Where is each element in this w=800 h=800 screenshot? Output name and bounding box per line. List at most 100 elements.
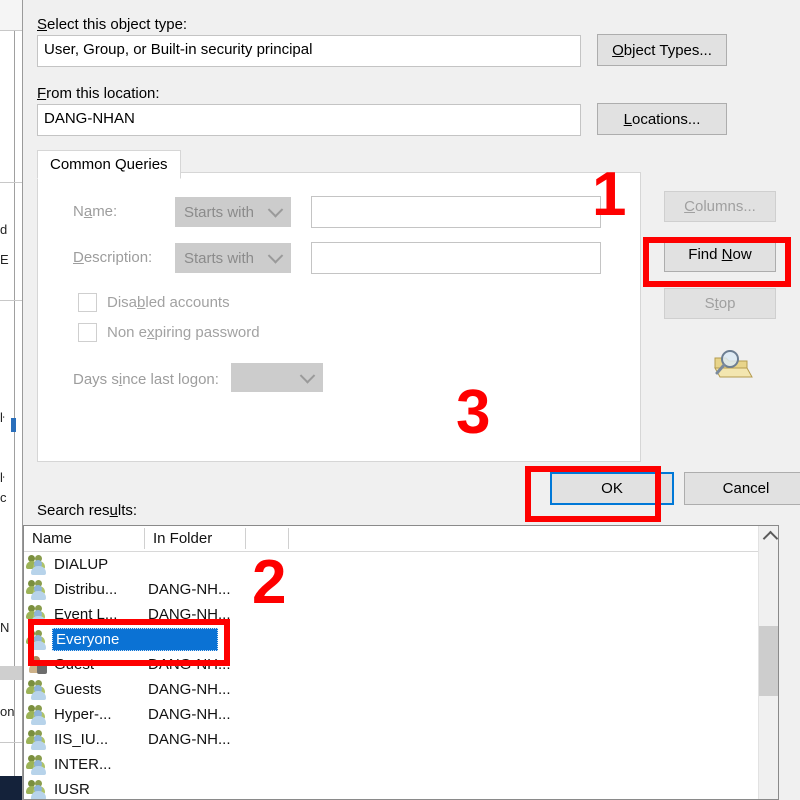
- non-expiring-password-label: Non expiring password: [107, 324, 260, 342]
- days-rest: nce last logon:: [122, 371, 219, 388]
- location-accel: F: [37, 85, 47, 102]
- annotation-box-find-now: [643, 237, 791, 287]
- locations-label-rest: ocations...: [631, 110, 701, 128]
- chevron-down-icon: [299, 367, 316, 384]
- row-name: IUSR: [54, 781, 90, 798]
- scrollbar-thumb[interactable]: [759, 626, 778, 696]
- row-name: Everyone: [56, 631, 120, 648]
- non-expiring-password-checkbox[interactable]: [78, 323, 97, 342]
- days-since-last-logon-label: Days since last logon:: [73, 371, 219, 389]
- object-type-label: Select this object type:: [37, 16, 187, 34]
- cancel-label: Cancel: [722, 480, 770, 497]
- chevron-down-icon: [267, 248, 284, 264]
- table-row[interactable]: IUSR: [24, 777, 758, 799]
- location-field[interactable]: DANG-NHAN: [37, 104, 581, 136]
- locations-button[interactable]: Locations...: [597, 103, 727, 135]
- disabled-accounts-rest: led accounts: [145, 294, 230, 311]
- background-text: d: [0, 222, 8, 237]
- disabled-accounts-checkbox[interactable]: [78, 293, 97, 312]
- name-label-rest: me:: [92, 203, 118, 220]
- description-operator-dropdown[interactable]: Starts with: [175, 243, 291, 273]
- columns-label-rest: olumns...: [694, 198, 756, 215]
- results-header-row: Name In Folder: [24, 526, 778, 552]
- locations-accel: L: [623, 110, 632, 128]
- stop-rest: op: [718, 295, 736, 312]
- row-name: Distribu...: [54, 581, 118, 598]
- group-icon: [26, 730, 50, 750]
- search-results-accel: u: [109, 502, 118, 519]
- background-text: ŀ: [0, 470, 5, 485]
- description-input[interactable]: [311, 242, 601, 274]
- row-name: IIS_IU...: [54, 731, 109, 748]
- background-divider: [0, 30, 22, 31]
- annotation-box-ok: [525, 466, 661, 522]
- column-header-in-folder[interactable]: In Folder: [145, 526, 245, 551]
- row-name: Hyper-...: [54, 706, 112, 723]
- group-icon: [26, 705, 50, 725]
- row-name: INTER...: [54, 756, 112, 773]
- column-divider[interactable]: [245, 528, 246, 549]
- search-results-pre: Search res: [37, 502, 110, 519]
- tab-common-queries[interactable]: Common Queries: [37, 150, 181, 179]
- table-row[interactable]: Hyper-... DANG-NH...: [24, 702, 758, 727]
- row-in-folder: DANG-NH...: [148, 681, 231, 698]
- search-results-label: Search results:: [37, 502, 137, 520]
- disabled-accounts-label: Disabled accounts: [107, 294, 230, 312]
- column-divider[interactable]: [288, 528, 289, 549]
- description-label-rest: escription:: [83, 249, 153, 266]
- stop-button[interactable]: St op: [664, 288, 776, 319]
- group-icon: [26, 555, 50, 575]
- column-header-name[interactable]: Name: [24, 526, 144, 551]
- non-expiring-pre: Non e: [107, 324, 148, 341]
- group-icon: [26, 580, 50, 600]
- table-row[interactable]: Distribu... DANG-NH...: [24, 577, 758, 602]
- group-icon: [26, 755, 50, 775]
- name-operator-dropdown[interactable]: Starts with: [175, 197, 291, 227]
- row-in-folder: DANG-NH...: [148, 706, 231, 723]
- disabled-accounts-pre: Disa: [107, 294, 138, 311]
- description-operator-value: Starts with: [184, 249, 255, 267]
- background-divider: [0, 300, 22, 301]
- row-name: DIALUP: [54, 556, 109, 573]
- name-input[interactable]: [311, 196, 601, 228]
- object-types-accel: O: [612, 41, 624, 59]
- table-row[interactable]: IIS_IU... DANG-NH...: [24, 727, 758, 752]
- description-label: Description:: [73, 249, 152, 267]
- background-divider: [0, 742, 22, 743]
- columns-button[interactable]: Columns...: [664, 191, 776, 222]
- object-types-label-rest: bject Types...: [623, 41, 712, 59]
- background-accent: [11, 418, 16, 432]
- stop-pre: S: [704, 295, 715, 312]
- table-row[interactable]: INTER...: [24, 752, 758, 777]
- background-divider: [0, 182, 22, 183]
- location-label: From this location:: [37, 85, 160, 103]
- row-name: Guests: [54, 681, 102, 698]
- magnifier-folder-icon: [709, 346, 755, 384]
- background-text: E: [0, 252, 9, 267]
- scroll-up-arrow-icon[interactable]: [759, 526, 778, 548]
- days-since-last-logon-dropdown[interactable]: [231, 363, 323, 392]
- description-accel: D: [73, 249, 84, 266]
- name-operator-value: Starts with: [184, 203, 255, 221]
- non-expiring-accel: x: [147, 324, 155, 341]
- tab-common-queries-label: Common Queries: [50, 156, 168, 173]
- background-text: c: [0, 490, 7, 505]
- table-row[interactable]: Guests DANG-NH...: [24, 677, 758, 702]
- table-row[interactable]: DIALUP: [24, 552, 758, 577]
- group-icon: [26, 680, 50, 700]
- name-accel: a: [83, 203, 93, 220]
- annotation-number-1: 1: [592, 160, 627, 229]
- columns-accel: C: [684, 198, 695, 215]
- object-types-button[interactable]: Object Types...: [597, 34, 727, 66]
- name-label: Name:: [73, 203, 117, 221]
- search-results-rest: lts:: [117, 502, 138, 519]
- object-type-field[interactable]: User, Group, or Built-in security princi…: [37, 35, 581, 67]
- name-label-pre: N: [73, 203, 84, 220]
- background-text: on: [0, 704, 15, 719]
- annotation-number-2: 2: [252, 548, 287, 617]
- cancel-button[interactable]: Cancel: [684, 472, 800, 505]
- row-in-folder: DANG-NH...: [148, 731, 231, 748]
- row-in-folder: DANG-NH...: [148, 581, 231, 598]
- chevron-down-icon: [267, 202, 284, 218]
- results-vertical-scrollbar[interactable]: [758, 526, 778, 799]
